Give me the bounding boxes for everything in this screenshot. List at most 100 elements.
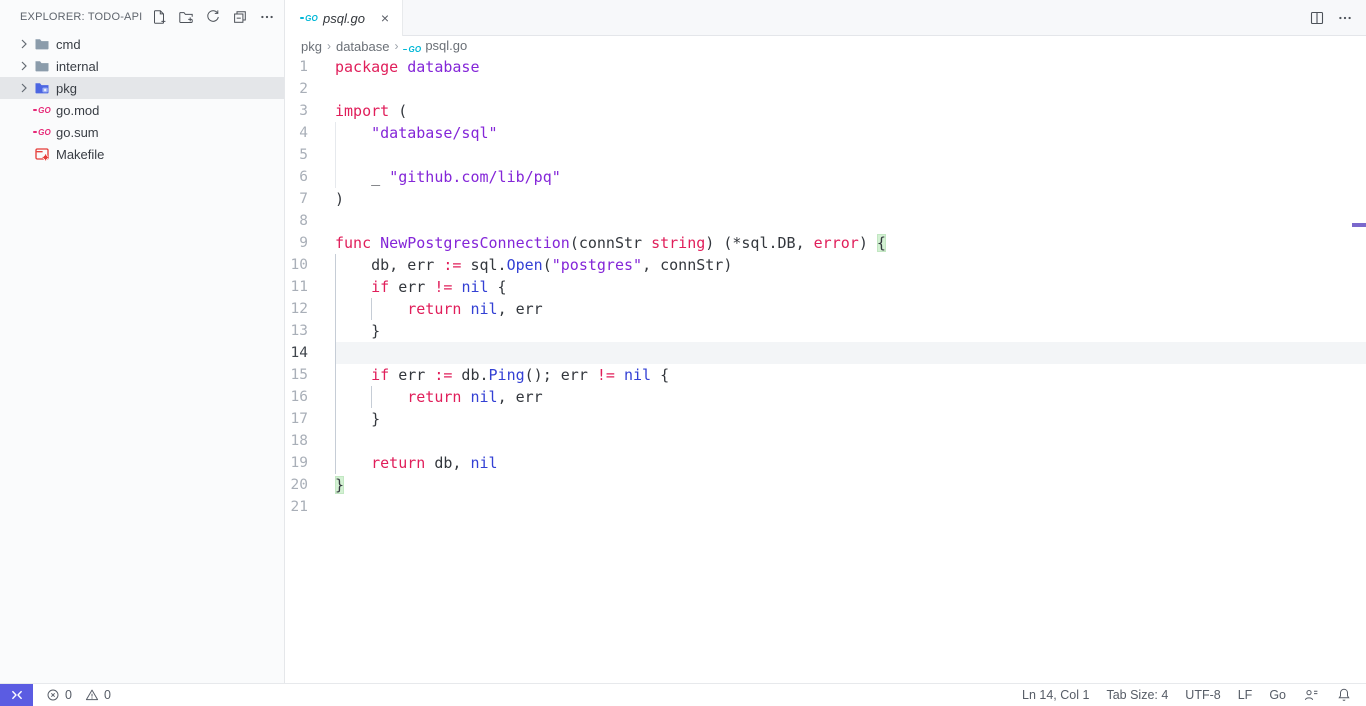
line-number[interactable]: 18: [285, 430, 335, 452]
encoding[interactable]: UTF-8: [1185, 688, 1220, 702]
more-icon[interactable]: [258, 8, 276, 26]
code-line-6[interactable]: 6 _ "github.com/lib/pq": [285, 166, 1366, 188]
remote-indicator[interactable]: [0, 684, 33, 706]
chevron-right-icon: [16, 36, 32, 52]
line-number[interactable]: 20: [285, 474, 335, 496]
code-line-11[interactable]: 11 if err != nil {: [285, 276, 1366, 298]
line-number[interactable]: 8: [285, 210, 335, 232]
feedback-icon[interactable]: [1303, 687, 1319, 703]
code-line-8[interactable]: 8: [285, 210, 1366, 232]
line-number[interactable]: 12: [285, 298, 335, 320]
code-line-7[interactable]: 7): [285, 188, 1366, 210]
line-number[interactable]: 5: [285, 144, 335, 166]
eol-setting[interactable]: LF: [1238, 688, 1253, 702]
more-actions-icon[interactable]: [1336, 9, 1354, 27]
breadcrumb-item-psql-go[interactable]: GOpsql.go: [403, 38, 467, 54]
code-line-21[interactable]: 21: [285, 496, 1366, 518]
indent-guide: [335, 320, 336, 342]
code-token: return: [371, 454, 425, 472]
code-line-content: return db, nil: [335, 452, 1366, 474]
line-number[interactable]: 10: [285, 254, 335, 276]
code-token: package: [335, 58, 398, 76]
code-line-1[interactable]: 1package database: [285, 56, 1366, 78]
tree-item-internal[interactable]: internal: [0, 55, 284, 77]
code-token: "postgres": [552, 256, 642, 274]
code-line-10[interactable]: 10 db, err := sql.Open("postgres", connS…: [285, 254, 1366, 276]
line-number[interactable]: 6: [285, 166, 335, 188]
language-mode[interactable]: Go: [1269, 688, 1286, 702]
status-bar-right: Ln 14, Col 1 Tab Size: 4 UTF-8 LF Go: [1022, 687, 1366, 703]
explorer-actions: [150, 8, 276, 26]
code-token: ): [859, 234, 877, 252]
code-line-17[interactable]: 17 }: [285, 408, 1366, 430]
code-line-content: [335, 210, 1366, 232]
code-line-content: }: [335, 320, 1366, 342]
code-token: , err: [498, 388, 543, 406]
breadcrumb-item-database[interactable]: database: [336, 39, 390, 54]
cursor-position[interactable]: Ln 14, Col 1: [1022, 688, 1089, 702]
refresh-icon[interactable]: [204, 8, 222, 26]
new-folder-icon[interactable]: [177, 8, 195, 26]
code-token: [335, 366, 371, 384]
code-editor[interactable]: 1package database23import (4 "database/s…: [285, 56, 1366, 683]
explorer-header: EXPLORER: TODO-API: [0, 0, 284, 33]
line-number[interactable]: 14: [285, 342, 335, 364]
code-line-14[interactable]: 14: [285, 342, 1366, 364]
indent-guide: [335, 254, 336, 276]
line-number[interactable]: 16: [285, 386, 335, 408]
line-number[interactable]: 4: [285, 122, 335, 144]
code-token: nil: [624, 366, 651, 384]
bell-icon[interactable]: [1336, 687, 1352, 703]
line-number[interactable]: 13: [285, 320, 335, 342]
code-line-3[interactable]: 3import (: [285, 100, 1366, 122]
code-line-18[interactable]: 18: [285, 430, 1366, 452]
code-line-16[interactable]: 16 return nil, err: [285, 386, 1366, 408]
code-line-12[interactable]: 12 return nil, err: [285, 298, 1366, 320]
tree-item-pkg[interactable]: pkg: [0, 77, 284, 99]
code-line-content: [335, 496, 1366, 518]
line-number[interactable]: 3: [285, 100, 335, 122]
go-mod-icon: GO: [34, 124, 50, 140]
code-line-15[interactable]: 15 if err := db.Ping(); err != nil {: [285, 364, 1366, 386]
folder-icon: [34, 36, 50, 52]
code-token: [371, 234, 380, 252]
breadcrumb-item-pkg[interactable]: pkg: [301, 39, 322, 54]
line-number[interactable]: 15: [285, 364, 335, 386]
line-number[interactable]: 7: [285, 188, 335, 210]
indent-setting[interactable]: Tab Size: 4: [1106, 688, 1168, 702]
problems-status[interactable]: 0 0: [45, 687, 111, 703]
code-line-5[interactable]: 5: [285, 144, 1366, 166]
tree-item-cmd[interactable]: cmd: [0, 33, 284, 55]
code-token: db.: [452, 366, 488, 384]
tab-psql-go[interactable]: GO psql.go ×: [285, 0, 403, 36]
line-number[interactable]: 11: [285, 276, 335, 298]
collapse-folders-icon[interactable]: [231, 8, 249, 26]
code-token: [335, 124, 371, 142]
line-number[interactable]: 21: [285, 496, 335, 518]
line-number[interactable]: 17: [285, 408, 335, 430]
line-number[interactable]: 19: [285, 452, 335, 474]
split-editor-icon[interactable]: [1308, 9, 1326, 27]
code-line-13[interactable]: 13 }: [285, 320, 1366, 342]
new-file-icon[interactable]: [150, 8, 168, 26]
code-token: return: [407, 300, 461, 318]
tree-item-go-mod[interactable]: GOgo.mod: [0, 99, 284, 121]
code-line-9[interactable]: 9func NewPostgresConnection(connStr stri…: [285, 232, 1366, 254]
breadcrumb: pkg›database›GOpsql.go: [285, 36, 1366, 56]
code-line-4[interactable]: 4 "database/sql": [285, 122, 1366, 144]
code-line-content: }: [335, 408, 1366, 430]
tree-item-makefile[interactable]: Makefile: [0, 143, 284, 165]
code-token: database: [407, 58, 479, 76]
line-number[interactable]: 9: [285, 232, 335, 254]
line-number[interactable]: 1: [285, 56, 335, 78]
code-line-2[interactable]: 2: [285, 78, 1366, 100]
code-token: , err: [498, 300, 543, 318]
line-number[interactable]: 2: [285, 78, 335, 100]
tab-close-icon[interactable]: ×: [376, 9, 394, 27]
code-line-20[interactable]: 20}: [285, 474, 1366, 496]
warning-icon: [84, 687, 100, 703]
code-token: nil: [470, 388, 497, 406]
code-line-19[interactable]: 19 return db, nil: [285, 452, 1366, 474]
tree-item-go-sum[interactable]: GOgo.sum: [0, 121, 284, 143]
remote-icon: [9, 687, 25, 703]
